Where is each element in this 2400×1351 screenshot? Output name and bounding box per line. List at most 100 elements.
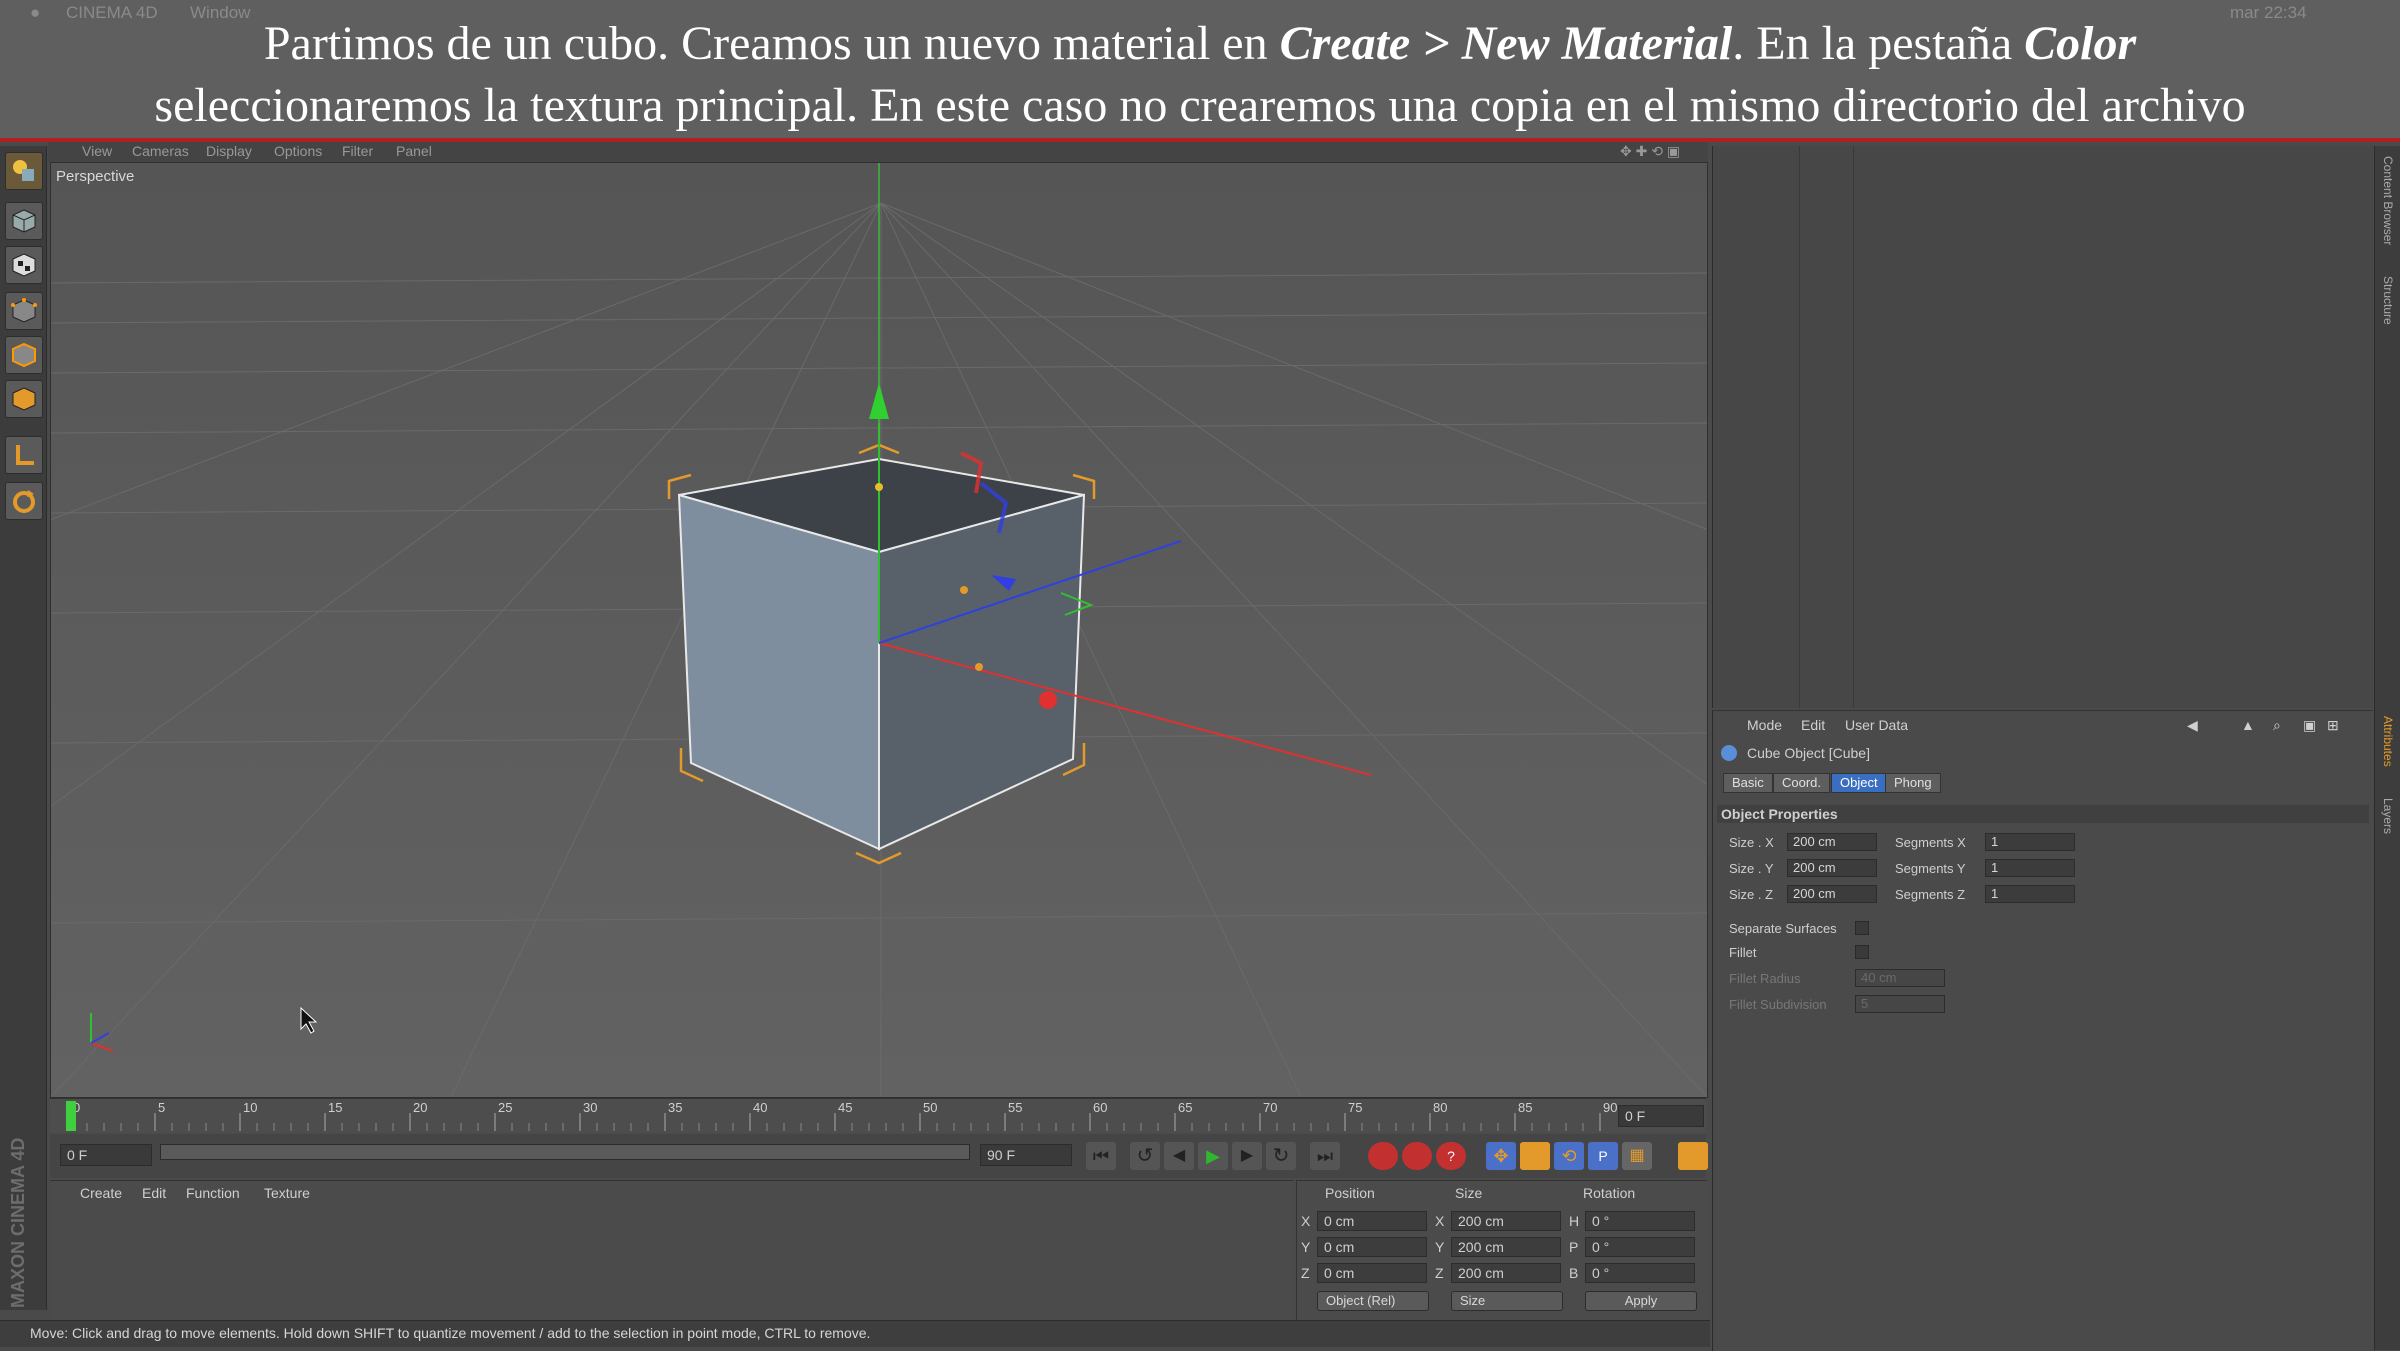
goto-end-icon[interactable]: ⏭ — [1310, 1142, 1340, 1170]
gizmo-x-handle — [1039, 691, 1057, 709]
position-key-icon[interactable]: ✥ — [1486, 1142, 1516, 1170]
tab-content-browser[interactable]: Content Browser — [2381, 156, 2395, 245]
next-key-icon[interactable]: ↻ — [1266, 1142, 1296, 1170]
app-menu-title[interactable]: CINEMA 4D — [66, 3, 158, 23]
position-y-field[interactable]: 0 cm — [1317, 1237, 1427, 1257]
segments-x-input[interactable]: 1 — [1985, 833, 2075, 851]
keyframe-selection-icon[interactable]: ? — [1436, 1142, 1466, 1170]
fillet-radius-input[interactable]: 40 cm — [1855, 969, 1945, 987]
timeline-tick-label: 85 — [1518, 1100, 1532, 1115]
rotation-h-field[interactable]: 0 ° — [1585, 1211, 1695, 1231]
viewport-nav-icons[interactable]: ✥ ✚ ⟲ ▣ — [1620, 143, 1680, 160]
tab-structure[interactable]: Structure — [2381, 276, 2395, 325]
timeline-tick-label: 35 — [668, 1100, 682, 1115]
autokey-icon[interactable] — [1402, 1142, 1432, 1170]
attr-menu-mode[interactable]: Mode — [1747, 717, 1782, 733]
timeline-tick-label: 5 — [158, 1100, 165, 1115]
viewport-menu-display[interactable]: Display — [206, 143, 252, 159]
tab-coord[interactable]: Coord. — [1773, 773, 1831, 793]
position-x-field[interactable]: 0 cm — [1317, 1211, 1427, 1231]
prev-key-icon[interactable]: ↺ — [1130, 1142, 1160, 1170]
viewport-menu-cameras[interactable]: Cameras — [132, 143, 189, 159]
search-icon[interactable]: ⌕ — [2273, 717, 2281, 734]
size-z-field[interactable]: 200 cm — [1451, 1263, 1561, 1283]
viewport-menu: View Cameras Display Options Filter Pane… — [48, 140, 1708, 162]
object-manager[interactable] — [1712, 146, 2373, 708]
segments-y-input[interactable]: 1 — [1985, 859, 2075, 877]
timeline-window-icon[interactable] — [1678, 1142, 1708, 1170]
fillet-checkbox[interactable] — [1855, 945, 1869, 959]
tab-attributes[interactable]: Attributes — [2381, 716, 2395, 767]
window-menu[interactable]: Window — [190, 3, 250, 23]
material-menu-texture[interactable]: Texture — [264, 1185, 310, 1201]
playhead[interactable] — [66, 1101, 76, 1131]
tab-basic[interactable]: Basic — [1723, 773, 1773, 793]
segments-z-label: Segments Z — [1895, 887, 1966, 902]
size-y-input[interactable]: 200 cm — [1787, 859, 1877, 877]
texture-mode-tool[interactable] — [5, 246, 43, 284]
material-menu-edit[interactable]: Edit — [142, 1185, 166, 1201]
goto-start-icon[interactable]: ⏮ — [1086, 1142, 1116, 1170]
size-z-label: Size . Z — [1729, 887, 1774, 902]
apply-button[interactable]: Apply — [1585, 1291, 1697, 1311]
rotation-b-field[interactable]: 0 ° — [1585, 1263, 1695, 1283]
prev-frame-icon[interactable]: ◀ — [1164, 1142, 1194, 1170]
timeline-tick-label: 55 — [1008, 1100, 1022, 1115]
record-key-icon[interactable] — [1368, 1142, 1398, 1170]
polygons-cube-icon — [12, 387, 36, 411]
rotation-p-field[interactable]: 0 ° — [1585, 1237, 1695, 1257]
tweak-tool[interactable] — [5, 482, 43, 520]
start-frame-field[interactable]: 0 F — [60, 1144, 152, 1166]
viewport-menu-view[interactable]: View — [82, 143, 112, 159]
rotation-key-icon[interactable]: ⟲ — [1554, 1142, 1584, 1170]
model-mode-tool[interactable] — [5, 202, 43, 240]
points-mode-tool[interactable] — [5, 292, 43, 330]
tab-phong[interactable]: Phong — [1885, 773, 1941, 793]
coord-axis-label: Z — [1435, 1265, 1444, 1281]
point-level-icon[interactable]: ▦ — [1622, 1142, 1652, 1170]
attr-menu-edit[interactable]: Edit — [1801, 717, 1825, 733]
next-frame-icon[interactable]: ▶ — [1232, 1142, 1262, 1170]
fillet-subdivision-input[interactable]: 5 — [1855, 995, 1945, 1013]
make-editable-icon — [13, 160, 34, 181]
make-editable-tool[interactable] — [5, 152, 43, 190]
material-menu-function[interactable]: Function — [186, 1185, 240, 1201]
viewport-menu-options[interactable]: Options — [274, 143, 322, 159]
status-bar: Move: Click and drag to move elements. H… — [0, 1320, 1710, 1347]
segments-z-input[interactable]: 1 — [1985, 885, 2075, 903]
size-z-input[interactable]: 200 cm — [1787, 885, 1877, 903]
coord-axis-label: H — [1569, 1213, 1580, 1229]
edges-mode-tool[interactable] — [5, 336, 43, 374]
material-list-area[interactable] — [50, 1207, 1294, 1321]
size-y-label: Size . Y — [1729, 861, 1774, 876]
viewport-menu-filter[interactable]: Filter — [342, 143, 373, 159]
separate-surfaces-checkbox[interactable] — [1855, 921, 1869, 935]
size-y-field[interactable]: 200 cm — [1451, 1237, 1561, 1257]
timeline-ruler[interactable]: 0 5 10 15 20 25 30 35 40 45 50 55 60 65 70 75 80 85 90 0 F — [50, 1098, 1706, 1133]
size-x-input[interactable]: 200 cm — [1787, 833, 1877, 851]
current-frame-field[interactable]: 0 F — [1618, 1105, 1704, 1127]
tab-layers[interactable]: Layers — [2381, 798, 2395, 834]
play-icon[interactable]: ▶ — [1198, 1142, 1228, 1170]
axis-tool[interactable] — [5, 436, 43, 474]
preview-range-slider[interactable] — [160, 1144, 970, 1160]
coordinate-mode-select[interactable]: Object (Rel) — [1317, 1291, 1429, 1311]
parameter-key-icon[interactable]: P — [1588, 1142, 1618, 1170]
attr-menu-user-data[interactable]: User Data — [1845, 717, 1908, 733]
scale-key-icon[interactable] — [1520, 1142, 1550, 1170]
size-x-field[interactable]: 200 cm — [1451, 1211, 1561, 1231]
end-frame-field[interactable]: 90 F — [980, 1144, 1072, 1166]
segments-x-label: Segments X — [1895, 835, 1966, 850]
size-mode-select[interactable]: Size — [1451, 1291, 1563, 1311]
lock-icon[interactable]: ▣ — [2303, 717, 2316, 734]
pointer-icon[interactable]: ▲ — [2241, 717, 2255, 733]
viewport-menu-panel[interactable]: Panel — [396, 143, 432, 159]
material-menu-create[interactable]: Create — [80, 1185, 122, 1201]
back-arrow-icon[interactable]: ◀ — [2187, 717, 2198, 734]
new-panel-icon[interactable]: ⊞ — [2327, 717, 2339, 734]
perspective-viewport[interactable] — [50, 162, 1708, 1098]
apple-icon[interactable]: ● — [30, 3, 40, 23]
position-z-field[interactable]: 0 cm — [1317, 1263, 1427, 1283]
polygons-mode-tool[interactable] — [5, 380, 43, 418]
tab-object[interactable]: Object — [1831, 773, 1887, 793]
